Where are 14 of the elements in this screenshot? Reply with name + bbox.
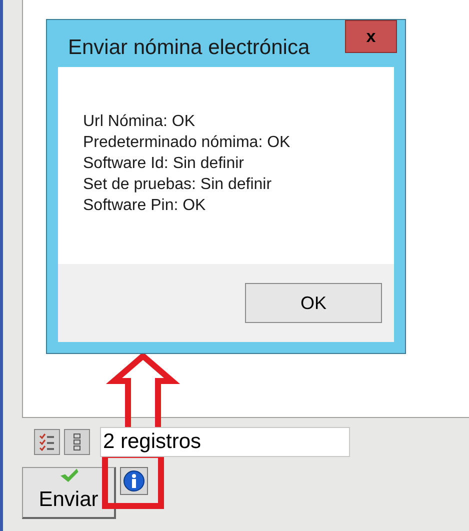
checklist-icon[interactable] (34, 429, 60, 455)
unchecked-list-icon[interactable] (64, 429, 90, 455)
status-line: Set de pruebas: Sin definir (83, 175, 272, 195)
close-button[interactable]: x (345, 20, 397, 53)
status-line: Software Pin: OK (83, 196, 206, 216)
info-button[interactable] (120, 467, 148, 495)
ok-button[interactable]: OK (245, 283, 382, 323)
dialog-title: Enviar nómina electrónica (68, 35, 310, 61)
status-line: Url Nómina: OK (83, 112, 196, 132)
record-count-field[interactable]: 2 registros (100, 427, 350, 457)
info-icon (123, 470, 145, 492)
status-line: Software Id: Sin definir (83, 154, 244, 174)
status-line: Predeterminado nómima: OK (83, 133, 290, 153)
send-button[interactable]: Enviar (22, 467, 116, 519)
